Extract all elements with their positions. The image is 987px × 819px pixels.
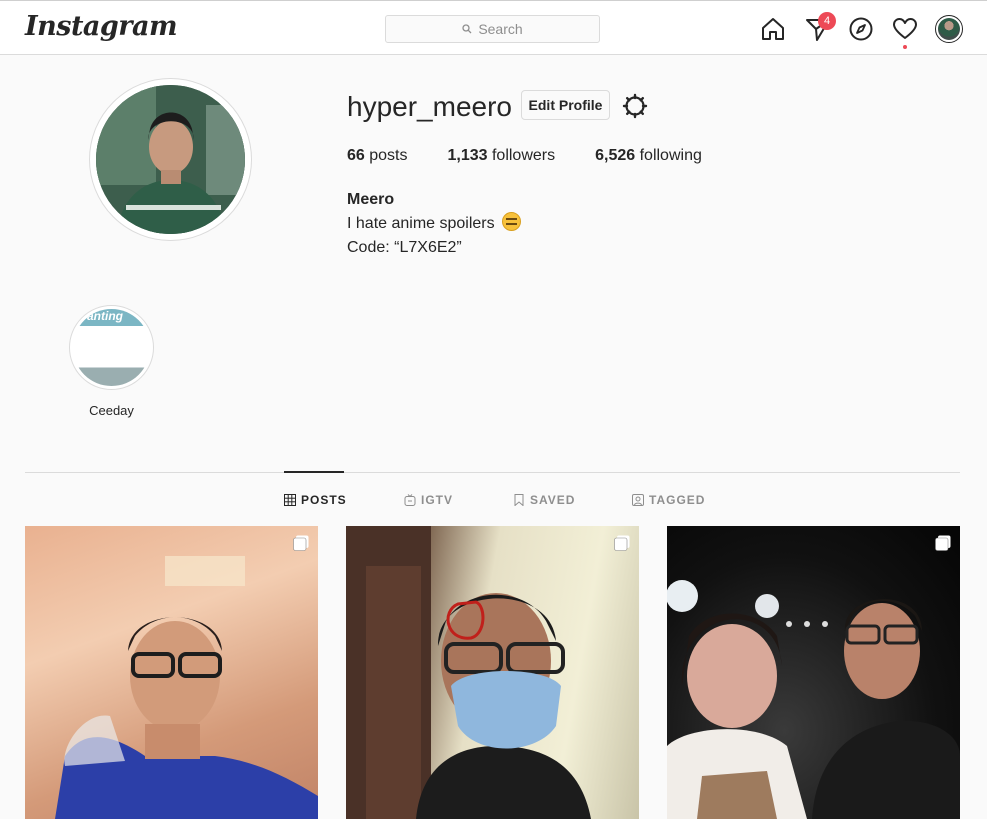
explore-icon[interactable]	[848, 16, 874, 42]
post-image	[346, 526, 591, 819]
settings-gear-icon[interactable]	[622, 93, 648, 119]
profile-avatar-button[interactable]	[935, 15, 963, 43]
post-image	[55, 556, 318, 819]
post-thumbnail[interactable]	[346, 526, 639, 819]
tab-tagged[interactable]: TAGGED	[632, 493, 705, 507]
search-placeholder: Search	[478, 21, 523, 37]
post-thumbnail[interactable]	[25, 526, 318, 819]
bio-line-2: Code: “L7X6E2”	[347, 239, 462, 256]
multiple-posts-icon	[614, 535, 630, 551]
posts-count: 66 posts	[347, 147, 408, 164]
instagram-logo[interactable]: Instagram	[25, 11, 178, 42]
profile-username: hyper_meero	[347, 91, 512, 122]
post-thumbnail[interactable]	[667, 526, 960, 819]
search-input[interactable]: Search	[385, 15, 600, 43]
bookmark-icon	[514, 494, 524, 506]
home-icon[interactable]	[760, 16, 786, 42]
expressionless-emoji-icon	[502, 212, 522, 231]
tab-igtv[interactable]: IGTV	[404, 493, 453, 507]
profile-picture[interactable]	[89, 78, 252, 241]
tab-posts[interactable]: POSTS	[284, 493, 347, 507]
edit-profile-button[interactable]: Edit Profile	[521, 90, 610, 120]
multiple-posts-icon	[293, 535, 309, 551]
highlight-cover: anting	[73, 309, 150, 386]
activity-heart-icon[interactable]	[892, 16, 918, 42]
activity-dot	[903, 45, 907, 49]
followers-link[interactable]: 1,133 followers	[447, 147, 555, 165]
story-highlight[interactable]: anting	[69, 305, 154, 390]
profile-photo	[96, 85, 245, 234]
grid-icon	[284, 494, 296, 506]
igtv-icon	[404, 494, 416, 506]
highlight-label[interactable]: Ceeday	[69, 403, 154, 418]
multiple-posts-icon	[935, 535, 951, 551]
tagged-icon	[632, 494, 644, 506]
active-tab-indicator	[284, 471, 344, 473]
bio-line-1: I hate anime spoilers	[347, 212, 522, 236]
profile-full-name: Meero	[347, 191, 395, 208]
post-image	[667, 580, 960, 819]
profile-bio: Meero I hate anime spoilers Code: “L7X6E…	[347, 188, 522, 260]
top-navbar: Instagram Search 4	[0, 0, 987, 55]
profile-stats: 66 posts 1,133 followers 6,526 following	[347, 147, 702, 165]
search-icon	[462, 24, 472, 34]
avatar	[938, 18, 960, 40]
following-link[interactable]: 6,526 following	[595, 147, 702, 165]
tabs-divider	[25, 472, 960, 473]
direct-badge: 4	[818, 12, 836, 30]
highlight-cover-text: anting	[87, 309, 123, 323]
tab-saved[interactable]: SAVED	[513, 493, 575, 507]
